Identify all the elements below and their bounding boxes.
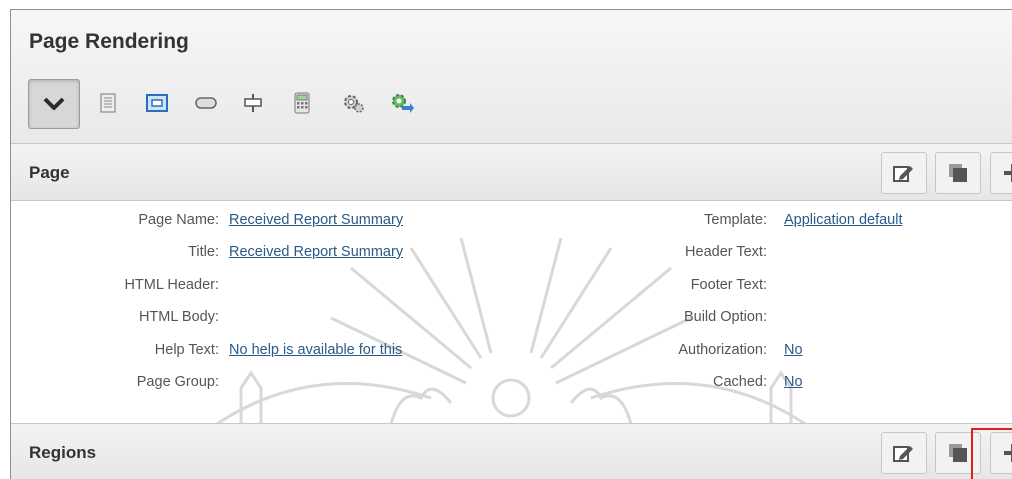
field-label: Authorization: (678, 342, 767, 358)
field-row-title: Title: Received Report Summary Header Te… (11, 242, 1012, 262)
field-label: Page Group: (136, 374, 219, 390)
regions-edit-button[interactable] (881, 432, 927, 474)
page-section-header: Page (11, 143, 1012, 201)
field-value-link[interactable]: Received Report Summary (229, 242, 403, 262)
panel-title: Page Rendering (29, 30, 189, 53)
branch-component-button[interactable] (377, 79, 427, 127)
field-row-page-name: Page Name: Received Report Summary Templ… (11, 210, 1012, 230)
field-label: HTML Body: (138, 309, 219, 325)
region-component-button[interactable] (132, 79, 182, 127)
add-icon (1004, 164, 1012, 182)
button-icon (195, 97, 217, 109)
process-icon (344, 95, 364, 113)
copy-icon (949, 444, 967, 462)
field-label: Footer Text: (690, 277, 767, 293)
page-add-button[interactable] (990, 152, 1012, 194)
field-label: Build Option: (683, 309, 767, 325)
page-section-title: Page (29, 163, 70, 182)
field-label: Page Name: (138, 212, 219, 228)
branch-icon (392, 94, 414, 113)
item-component-button[interactable] (228, 79, 278, 127)
chevron-down-icon (43, 97, 65, 110)
panel-header: Page Rendering (11, 10, 1012, 145)
page-rendering-panel: Page Rendering Page Page Name: Received … (10, 9, 1012, 479)
field-row-html-body: HTML Body: Build Option: (11, 307, 1012, 327)
page-component-button[interactable] (83, 79, 133, 127)
field-value-link[interactable]: Application default (784, 210, 903, 230)
field-value-link[interactable]: Received Report Summary (229, 210, 403, 230)
field-value-link[interactable]: No help is available for this (229, 340, 402, 360)
field-row-page-group: Page Group: Cached: No (11, 372, 1012, 392)
copy-icon (949, 164, 967, 182)
computation-icon (294, 92, 310, 114)
regions-section-header: Regions (11, 423, 1012, 479)
edit-icon (893, 166, 913, 182)
page-copy-button[interactable] (935, 152, 981, 194)
process-component-button[interactable] (328, 79, 378, 127)
field-value-link[interactable]: No (784, 340, 803, 360)
field-row-html-header: HTML Header: Footer Text: (11, 275, 1012, 295)
edit-icon (893, 446, 913, 462)
region-icon (146, 94, 168, 112)
field-label: Cached: (712, 374, 767, 390)
add-button-highlight (971, 428, 1012, 479)
regions-section-title: Regions (29, 443, 97, 462)
collapse-toggle-button[interactable] (28, 79, 80, 129)
field-row-help-text: Help Text: No help is available for this… (11, 340, 1012, 360)
field-value-link[interactable]: No (784, 372, 803, 392)
button-component-button[interactable] (181, 79, 231, 127)
field-label: Template: (704, 212, 767, 228)
page-icon (100, 93, 116, 113)
computation-component-button[interactable] (277, 79, 327, 127)
field-label: HTML Header: (124, 277, 219, 293)
page-details: Page Name: Received Report Summary Templ… (11, 198, 1012, 424)
field-label: Help Text: (154, 342, 219, 358)
item-icon (244, 94, 262, 112)
page-edit-button[interactable] (881, 152, 927, 194)
field-label: Title: (188, 244, 219, 260)
field-label: Header Text: (685, 244, 767, 260)
